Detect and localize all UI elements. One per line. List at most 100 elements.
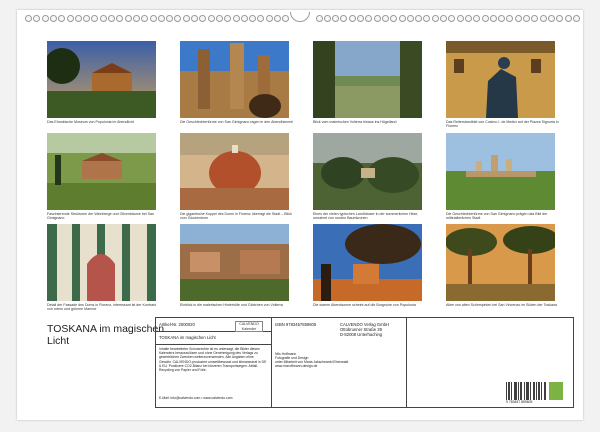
caption-6: Die gigantische Kuppel des Doms in Flore…	[180, 212, 292, 221]
binding-hole	[207, 15, 215, 22]
imprint-title: TOSKANA im magischen Licht	[159, 335, 216, 340]
thumbnail-volterra-view	[313, 41, 422, 118]
binding-hole	[99, 15, 107, 22]
caption-11: Die warme Abendsonne scheint auf die Bur…	[313, 303, 416, 307]
binding-hole	[531, 15, 539, 22]
binding-hole	[448, 15, 456, 22]
binding-hole	[498, 15, 506, 22]
binding-hole	[464, 15, 472, 22]
binding-hole	[365, 15, 373, 22]
legal-notice: Inhalte bearbeiteter Schutzrechte ist es…	[159, 347, 267, 373]
binding-hole	[556, 15, 564, 22]
binding-hole	[489, 15, 497, 22]
thumbnail-san-gimignano-skyline	[446, 133, 555, 210]
binding-hole	[199, 15, 207, 22]
binding-hole	[357, 15, 364, 22]
thumbnail-vineyards	[47, 133, 156, 210]
binding-hole	[215, 15, 223, 22]
binding-hole	[25, 15, 32, 22]
caption-12: Allee von alten Schirmpinien bei San Vin…	[446, 303, 557, 307]
binding-hole	[224, 15, 232, 22]
binding-hole	[514, 15, 522, 22]
binding-hole	[348, 15, 356, 22]
binding-hole	[315, 15, 323, 22]
thumbnail-pine-avenue	[446, 224, 555, 301]
green-badge-icon	[549, 382, 563, 400]
calvendo-logo: CALVENDO Kalender	[235, 321, 263, 332]
binding-hole	[66, 15, 74, 22]
binding-hole	[481, 15, 489, 22]
binding-hole	[149, 15, 157, 22]
binding-hole	[191, 15, 198, 22]
contact-email: E-Mail: info@calvendo.com • www.calvendo…	[159, 396, 233, 400]
binding-hole	[381, 15, 389, 22]
publisher-city: D-82008 Unterhaching	[340, 332, 383, 337]
barcode	[506, 382, 546, 400]
binding-hole	[132, 15, 140, 22]
caption-8: Die Geschlechtertürme von San Gimignano …	[446, 212, 548, 221]
author-line-4: www.nicnoffmann-design.de	[275, 364, 318, 368]
article-number: Artikel-Nr. 2000020	[159, 322, 195, 327]
binding-hole	[157, 15, 165, 22]
caption-9: Detail der Fassade des Doms in Florenz, …	[47, 303, 156, 312]
caption-4: Das Reiterstandbild von Cosimo I. de Med…	[446, 120, 559, 129]
binding-hole	[431, 15, 439, 22]
binding-hole	[373, 15, 381, 22]
caption-2: Die Geschlechtertürme von San Gimignano …	[180, 120, 294, 124]
thumbnail-volterra-courtyards	[180, 224, 289, 301]
binding-hole	[398, 15, 406, 22]
binding-hole	[506, 15, 514, 22]
binding-hole	[116, 15, 124, 22]
binding-hole	[49, 15, 57, 22]
binding-hole	[323, 15, 331, 22]
isbn: ISBN 9783457859605	[275, 322, 317, 327]
binding-hole	[174, 15, 182, 22]
binding-hole	[274, 15, 281, 22]
binding-hole	[33, 15, 41, 22]
binding-hole	[332, 15, 340, 22]
binding-hole	[523, 15, 530, 22]
binding-hole	[166, 15, 174, 22]
binding-hole	[406, 15, 414, 22]
caption-1: Das Etruskische Museum von Populonia im …	[47, 120, 134, 124]
thumbnail-populonia-museum	[47, 41, 156, 118]
binding-hole	[423, 15, 431, 22]
binding-hole	[58, 15, 66, 22]
binding-hole	[340, 15, 348, 22]
binding-hole	[539, 15, 547, 22]
thumbnail-san-gimignano-towers	[180, 41, 289, 118]
binding-hole	[564, 15, 572, 22]
binding-hole	[74, 15, 82, 22]
caption-3: Blick vom malerischen Volterra hinaus in…	[313, 120, 397, 124]
binding-hole	[456, 15, 464, 22]
binding-hole	[141, 15, 149, 22]
binding-hole	[91, 15, 99, 22]
binding-hole	[547, 15, 555, 22]
binding-hole	[41, 15, 49, 22]
binding-hole	[257, 15, 265, 22]
binding-hole	[265, 15, 273, 22]
binding-hole	[240, 15, 248, 22]
caption-5: Faszinierende Strukturen der Weinberge u…	[47, 212, 155, 221]
binding-hole	[249, 15, 257, 22]
caption-7: Eines der vielen typischen Landhäuser in…	[313, 212, 419, 221]
binding-hole	[390, 15, 398, 22]
caption-10: Einblick in die malerischen Hinterhöfe u…	[180, 303, 283, 307]
binding-hole	[182, 15, 190, 22]
binding-hole	[124, 15, 132, 22]
binding-hole	[440, 15, 447, 22]
binding-hole	[108, 15, 115, 22]
thumbnail-populonia-ruin	[313, 224, 422, 301]
barcode-number: 9 783457 859605	[506, 400, 533, 404]
binding-hole	[415, 15, 423, 22]
binding-hole	[83, 15, 91, 22]
binding-hole	[232, 15, 240, 22]
binding-hole	[282, 15, 290, 22]
imprint-box: Artikel-Nr. 2000020 CALVENDO Kalender TO…	[155, 317, 574, 408]
binding-hole	[473, 15, 481, 22]
calendar-back-page: Das Etruskische Museum von Populonia im …	[17, 10, 583, 420]
thumbnail-cosimo-statue	[446, 41, 555, 118]
thumbnail-florence-dome	[180, 133, 289, 210]
binding-hole	[572, 15, 580, 22]
thumbnail-duomo-facade	[47, 224, 156, 301]
